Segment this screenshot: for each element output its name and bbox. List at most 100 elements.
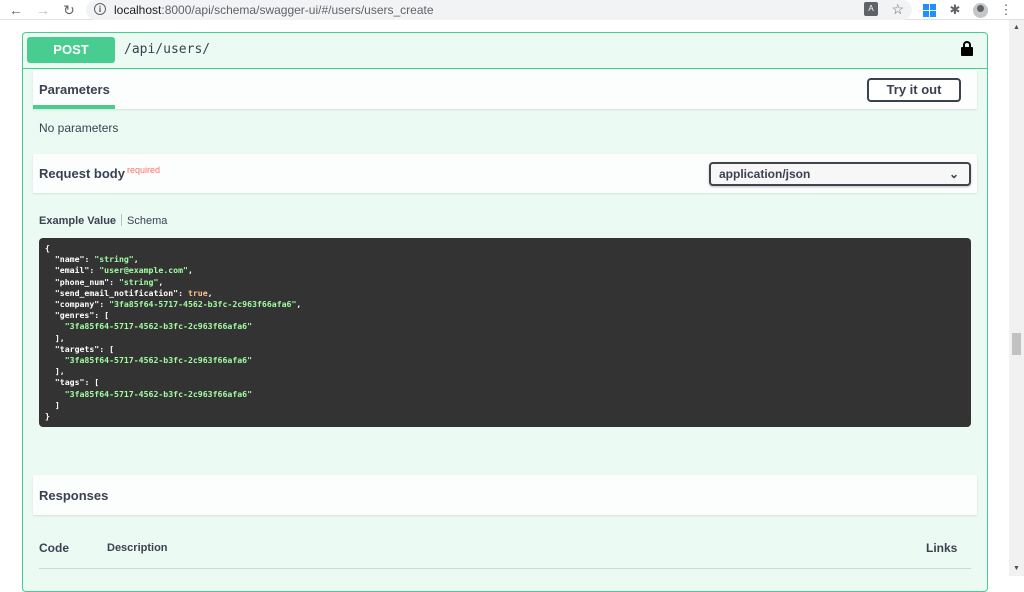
json-punct <box>45 321 65 331</box>
example-json-code[interactable]: { "name": "string", "email": "user@examp… <box>39 238 971 427</box>
tab-example-value[interactable]: Example Value <box>39 215 116 227</box>
json-punct <box>45 299 55 309</box>
code-line: ], <box>45 333 965 344</box>
column-links: Links <box>926 541 958 555</box>
json-punct: ], <box>45 366 65 377</box>
json-punct: , <box>158 276 164 287</box>
json-punct <box>45 265 55 275</box>
code-line: "phone_num": "string", <box>45 277 965 288</box>
json-punct: : <box>99 299 110 310</box>
json-key: "name" <box>54 254 85 265</box>
operation-summary[interactable]: POST /api/users/ <box>23 33 987 69</box>
scrollbar-thumb[interactable] <box>1012 333 1021 355</box>
request-body-title: Request body required <box>39 165 160 181</box>
tab-schema[interactable]: Schema <box>127 215 167 227</box>
responses-table-divider <box>39 568 971 569</box>
url-text[interactable]: localhost:8000/api/schema/swagger-ui/#/u… <box>114 3 434 17</box>
json-boolean: true <box>187 287 208 298</box>
json-punct: , <box>207 287 213 298</box>
json-punct: ] <box>45 399 60 410</box>
back-icon[interactable]: ← <box>8 2 24 18</box>
json-punct: : <box>109 276 119 287</box>
code-line: "3fa85f64-5717-4562-b3fc-2c963f66afa6" <box>45 355 965 366</box>
json-punct: : <box>84 254 95 265</box>
content-type-select[interactable]: application/json ⌄ <box>709 162 971 186</box>
json-punct: : [ <box>94 310 110 321</box>
json-punct: : <box>89 265 100 276</box>
content-type-value: application/json <box>719 167 811 181</box>
json-key: "company" <box>54 299 100 310</box>
code-line: } <box>45 411 965 422</box>
json-string: "user@example.com" <box>99 265 188 276</box>
code-line: "targets": [ <box>45 344 965 355</box>
translate-icon[interactable]: A <box>864 2 878 16</box>
url-host: localhost <box>114 3 162 17</box>
active-tab-indicator <box>33 105 115 109</box>
json-punct: : [ <box>99 343 115 354</box>
windows-extension-icon[interactable] <box>921 2 937 18</box>
json-punct <box>45 288 55 298</box>
address-bar[interactable]: i localhost:8000/api/schema/swagger-ui/#… <box>86 0 912 20</box>
tab-divider <box>121 214 123 226</box>
json-key: "send_email_notification" <box>54 287 179 298</box>
chevron-down-icon: ⌄ <box>948 167 959 181</box>
site-info-icon[interactable]: i <box>94 3 106 15</box>
code-line: ], <box>45 366 965 377</box>
column-code: Code <box>39 541 69 555</box>
bookmark-star-icon[interactable]: ☆ <box>891 1 904 18</box>
json-punct: , <box>296 299 302 310</box>
required-label: required <box>126 165 160 175</box>
code-line: "tags": [ <box>45 377 965 388</box>
json-punct <box>45 377 55 387</box>
parameters-header: Parameters Try it out <box>33 70 977 109</box>
scroll-up-arrow-icon[interactable]: ▲ <box>1013 24 1020 31</box>
json-punct: : <box>178 287 188 298</box>
page-scrollbar[interactable]: ▲ ▼ <box>1009 20 1024 576</box>
code-line: ] <box>45 400 965 411</box>
code-line: "send_email_notification": true, <box>45 288 965 299</box>
code-line: "company": "3fa85f64-5717-4562-b3fc-2c96… <box>45 299 965 310</box>
column-description: Description <box>107 542 168 554</box>
json-string: "3fa85f64-5717-4562-b3fc-2c963f66afa6" <box>109 299 297 310</box>
profile-avatar[interactable] <box>972 2 988 18</box>
http-method-badge: POST <box>27 37 115 63</box>
example-schema-tabs: Example Value Schema <box>39 214 167 227</box>
json-string: "3fa85f64-5717-4562-b3fc-2c963f66afa6" <box>64 321 253 332</box>
json-string: "3fa85f64-5717-4562-b3fc-2c963f66afa6" <box>64 355 253 366</box>
json-key: "phone_num" <box>54 276 110 287</box>
code-line: "3fa85f64-5717-4562-b3fc-2c963f66afa6" <box>45 389 965 400</box>
json-punct <box>45 277 55 287</box>
json-punct: { <box>45 243 50 253</box>
tab-parameters[interactable]: Parameters <box>39 82 110 97</box>
url-path: :8000/api/schema/swagger-ui/#/users/user… <box>161 3 434 17</box>
json-string: "string" <box>94 254 134 265</box>
operation-block-post-users: POST /api/users/ Parameters Try it out N… <box>22 32 988 592</box>
endpoint-path: /api/users/ <box>124 42 211 57</box>
browser-menu-icon[interactable]: ⋮ <box>998 2 1014 18</box>
json-key: "targets" <box>54 343 100 354</box>
extensions-puzzle-icon[interactable]: ✱ <box>947 2 963 18</box>
json-string: "3fa85f64-5717-4562-b3fc-2c963f66afa6" <box>64 388 253 399</box>
scroll-down-arrow-icon[interactable]: ▼ <box>1013 565 1020 572</box>
try-it-out-button[interactable]: Try it out <box>867 78 961 102</box>
json-punct <box>45 389 65 399</box>
code-line: { <box>45 243 965 254</box>
no-parameters-text: No parameters <box>39 121 119 135</box>
reload-icon[interactable]: ↻ <box>61 2 77 18</box>
json-key: "tags" <box>54 377 85 388</box>
request-body-label: Request body <box>39 166 125 181</box>
json-punct: ], <box>45 332 65 343</box>
json-punct <box>45 254 55 264</box>
json-punct: , <box>133 254 139 265</box>
code-line: "email": "user@example.com", <box>45 265 965 276</box>
code-line: "genres": [ <box>45 310 965 321</box>
lock-icon[interactable] <box>961 41 973 57</box>
forward-icon[interactable]: → <box>35 2 51 18</box>
json-punct: , <box>187 265 193 276</box>
json-key: "genres" <box>54 310 95 321</box>
json-punct <box>45 344 55 354</box>
code-line: "3fa85f64-5717-4562-b3fc-2c963f66afa6" <box>45 321 965 332</box>
code-line: "name": "string", <box>45 254 965 265</box>
json-punct: : [ <box>84 377 100 388</box>
json-key: "email" <box>54 265 90 276</box>
